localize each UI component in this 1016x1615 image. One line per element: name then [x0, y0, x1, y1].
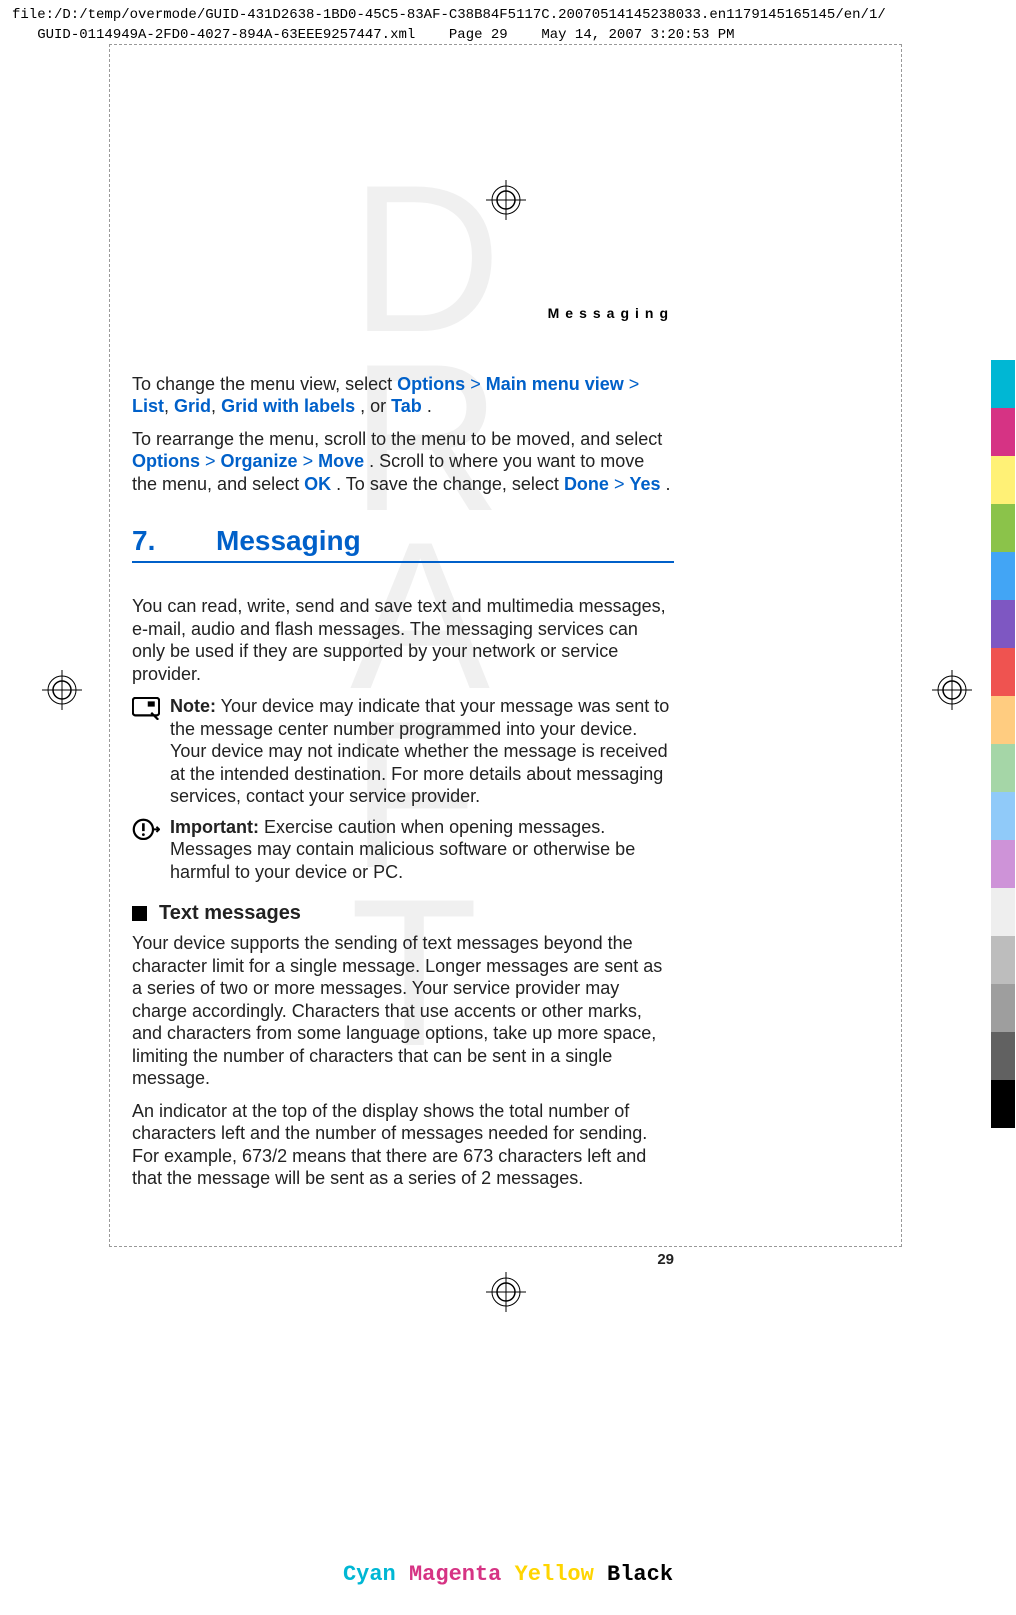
note-body: Note: Your device may indicate that your…	[170, 695, 674, 808]
registration-mark-icon	[932, 670, 972, 710]
file-info-line: GUID-0114949A-2FD0-4027-894A-63EEE925744…	[12, 26, 1004, 46]
link-grid-with-labels[interactable]: Grid with labels	[221, 396, 355, 416]
link-options[interactable]: Options	[397, 374, 465, 394]
registration-mark-icon	[42, 670, 82, 710]
square-bullet-icon	[132, 906, 147, 921]
color-swatch	[991, 792, 1015, 840]
paragraph-change-menu-view: To change the menu view, select Options …	[132, 373, 674, 418]
file-path: file:/D:/temp/overmode/GUID-431D2638-1BD…	[12, 6, 1004, 26]
chevron-right-icon: >	[614, 474, 630, 494]
cmyk-footer: Cyan Magenta Yellow Black	[0, 1562, 1016, 1587]
color-swatch	[991, 936, 1015, 984]
paragraph-rearrange-menu: To rearrange the menu, scroll to the men…	[132, 428, 674, 496]
link-yes[interactable]: Yes	[629, 474, 660, 494]
important-body: Important: Exercise caution when opening…	[170, 816, 674, 884]
color-swatch	[991, 552, 1015, 600]
link-grid[interactable]: Grid	[174, 396, 211, 416]
color-calibration-bars	[991, 360, 1015, 1128]
color-swatch	[991, 888, 1015, 936]
color-swatch	[991, 456, 1015, 504]
registration-mark-icon	[486, 1272, 526, 1312]
note-label: Note:	[170, 696, 216, 716]
color-swatch	[991, 696, 1015, 744]
important-label: Important:	[170, 817, 259, 837]
link-options[interactable]: Options	[132, 451, 200, 471]
note-icon	[132, 697, 160, 721]
cmyk-cyan: Cyan	[343, 1562, 396, 1587]
link-organize[interactable]: Organize	[221, 451, 298, 471]
print-date: May 14, 2007 3:20:53 PM	[541, 27, 734, 43]
note-callout: Note: Your device may indicate that your…	[132, 695, 674, 808]
cmyk-black: Black	[607, 1562, 673, 1587]
important-icon	[132, 818, 160, 842]
chapter-number: 7.	[132, 523, 216, 558]
chapter-heading: 7. Messaging	[132, 523, 674, 563]
color-swatch	[991, 984, 1015, 1032]
cmyk-yellow: Yellow	[515, 1562, 594, 1587]
color-swatch	[991, 744, 1015, 792]
color-swatch	[991, 1080, 1015, 1128]
chevron-right-icon: >	[303, 451, 319, 471]
color-swatch	[991, 360, 1015, 408]
color-swatch	[991, 1032, 1015, 1080]
running-header: Messaging	[132, 305, 674, 323]
important-callout: Important: Exercise caution when opening…	[132, 816, 674, 884]
link-list[interactable]: List	[132, 396, 164, 416]
page-number: 29	[657, 1251, 674, 1270]
link-done[interactable]: Done	[564, 474, 609, 494]
cmyk-magenta: Magenta	[409, 1562, 501, 1587]
chapter-title: Messaging	[216, 523, 361, 558]
link-move[interactable]: Move	[318, 451, 364, 471]
link-ok[interactable]: OK	[304, 474, 331, 494]
xml-filename: GUID-0114949A-2FD0-4027-894A-63EEE925744…	[37, 27, 415, 43]
color-swatch	[991, 504, 1015, 552]
paragraph-text-messages-2: An indicator at the top of the display s…	[132, 1100, 674, 1190]
color-swatch	[991, 408, 1015, 456]
subheading-title: Text messages	[159, 901, 301, 926]
color-swatch	[991, 600, 1015, 648]
color-swatch	[991, 648, 1015, 696]
chevron-right-icon: >	[205, 451, 221, 471]
registration-mark-icon	[486, 180, 526, 220]
chevron-right-icon: >	[470, 374, 486, 394]
paragraph-text-messages-1: Your device supports the sending of text…	[132, 932, 674, 1090]
link-main-menu-view[interactable]: Main menu view	[486, 374, 624, 394]
page-content: Messaging To change the menu view, selec…	[132, 305, 674, 1200]
color-swatch	[991, 840, 1015, 888]
link-tab[interactable]: Tab	[391, 396, 422, 416]
paragraph-intro: You can read, write, send and save text …	[132, 595, 674, 685]
chevron-right-icon: >	[629, 374, 640, 394]
page-label: Page 29	[449, 27, 508, 43]
subheading-text-messages: Text messages	[132, 901, 674, 926]
